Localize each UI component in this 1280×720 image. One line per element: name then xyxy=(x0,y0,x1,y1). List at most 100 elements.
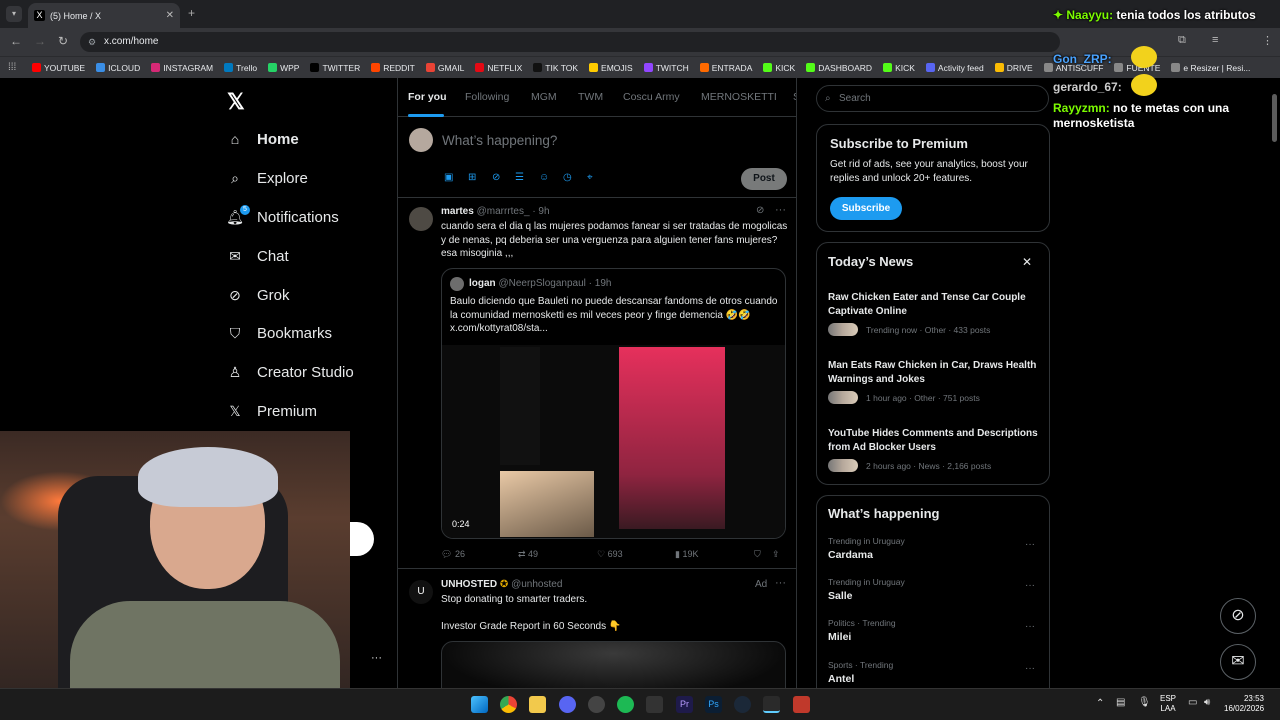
post-button[interactable]: Post xyxy=(741,168,787,190)
compose-input[interactable]: What’s happening? xyxy=(442,133,557,148)
premiere-icon[interactable]: Pr xyxy=(676,696,693,713)
ad-author-avatar[interactable]: U xyxy=(409,580,433,604)
start-icon[interactable] xyxy=(471,696,488,713)
tab-for-you[interactable]: For you xyxy=(408,91,447,103)
bookmark-14[interactable]: DASHBOARD xyxy=(806,63,872,73)
clock[interactable]: 23:53 16/02/2026 xyxy=(1224,694,1264,714)
quoted-tweet[interactable]: logan @NeerpSloganpaul · 19h Baulo dicie… xyxy=(441,268,786,539)
grok-explain-icon[interactable]: ⊘ xyxy=(756,205,764,216)
trend-more-icon[interactable]: ··· xyxy=(1025,621,1035,632)
bookmark-4[interactable]: WPP xyxy=(268,63,299,73)
apps-grid-icon[interactable]: ⁞⁞⁞ xyxy=(8,62,16,73)
tweet-time[interactable]: · 9h xyxy=(532,206,549,217)
nav-item-explore[interactable]: ⌕ Explore xyxy=(226,169,308,187)
trend-topic[interactable]: Salle xyxy=(828,590,853,602)
browser-tab[interactable]: X (5) Home / X ✕ xyxy=(28,3,180,28)
microphone-icon[interactable]: 🎙︎ xyxy=(1138,697,1151,708)
nav-item-grok[interactable]: ⊘ Grok xyxy=(226,286,289,304)
subscribe-button[interactable]: Subscribe xyxy=(830,197,902,220)
bookmark-15[interactable]: KICK xyxy=(883,63,915,73)
trend-more-icon[interactable]: ··· xyxy=(1025,580,1035,591)
ad-author-handle[interactable]: @unhosted xyxy=(511,579,562,590)
reload-icon[interactable]: ↻ xyxy=(58,34,68,48)
active-app-icon[interactable] xyxy=(763,696,780,713)
photoshop-icon[interactable]: Ps xyxy=(705,696,722,713)
grok-fab-icon[interactable]: ⊘ xyxy=(1220,598,1256,634)
close-news-icon[interactable]: ✕ xyxy=(1022,255,1032,269)
share-icon[interactable]: ⇪ xyxy=(772,549,780,560)
tweet-author-handle[interactable]: @marrrtes_ xyxy=(477,206,530,217)
nav-item-notifications[interactable]: 🔔︎ Notifications 5 xyxy=(226,205,339,226)
tweet-author-avatar[interactable] xyxy=(409,207,433,231)
bookmark-6[interactable]: REDDIT xyxy=(371,63,415,73)
bookmark-17[interactable]: DRIVE xyxy=(994,63,1033,73)
tab-more[interactable]: S xyxy=(793,91,796,103)
bookmark-0[interactable]: YOUTUBE xyxy=(32,63,85,73)
nav-item-premium[interactable]: 𝕏 Premium xyxy=(226,402,317,420)
more-options-icon[interactable]: ··· xyxy=(775,204,786,216)
ad-author-name[interactable]: UNHOSTED xyxy=(441,579,497,590)
page-scrollbar[interactable] xyxy=(1271,80,1278,686)
network-icon[interactable]: ▭ xyxy=(1188,697,1197,708)
voice-app-icon[interactable] xyxy=(793,696,810,713)
tab-coscu-army[interactable]: Coscu Army xyxy=(623,91,680,103)
bookmark-11[interactable]: TWITCH xyxy=(643,63,689,73)
bookmark-10[interactable]: EMOJIS xyxy=(589,63,633,73)
news-headline[interactable]: Raw Chicken Eater and Tense Car Couple C… xyxy=(828,291,1043,318)
bookmark-1[interactable]: ICLOUD xyxy=(96,63,140,73)
ad-more-icon[interactable]: ··· xyxy=(775,577,786,589)
like-button[interactable]: ♡ 693 xyxy=(597,549,623,560)
bookmark-13[interactable]: KICK xyxy=(763,63,795,73)
user-avatar[interactable] xyxy=(409,128,433,152)
trend-more-icon[interactable]: ··· xyxy=(1025,663,1035,674)
tab-twm[interactable]: TWM xyxy=(578,91,603,103)
bookmark-icon[interactable]: ⛉ xyxy=(754,549,761,560)
x-logo[interactable]: 𝕏 xyxy=(227,89,245,115)
bookmark-16[interactable]: Activity feed xyxy=(925,63,984,73)
bookmark-5[interactable]: TWITTER xyxy=(310,63,360,73)
nav-item-chat[interactable]: ✉ Chat xyxy=(226,247,289,265)
grok-icon[interactable]: ⊘ xyxy=(492,172,500,183)
chrome-icon[interactable] xyxy=(500,696,517,713)
tab-search-button[interactable]: ▾ xyxy=(6,6,22,22)
app-icon[interactable] xyxy=(646,696,663,713)
new-tab-button[interactable]: + xyxy=(188,6,195,20)
promoted-tweet[interactable]: U UNHOSTED ✪ @unhosted Ad ··· Stop donat… xyxy=(398,570,796,688)
forward-icon[interactable]: → xyxy=(34,34,46,48)
site-info-icon[interactable]: ⚙ xyxy=(88,32,96,52)
video-player[interactable]: 0:24 xyxy=(442,345,785,538)
tweet[interactable]: martes @marrrtes_ · 9h ⊘ ··· cuando sera… xyxy=(398,199,796,569)
ad-media[interactable] xyxy=(441,641,786,688)
repost-button[interactable]: ⇄ 49 xyxy=(518,549,538,560)
spotify-icon[interactable] xyxy=(617,696,634,713)
views-button[interactable]: ▮ 19K xyxy=(675,549,698,560)
tray-app-icon[interactable]: ▤ xyxy=(1116,697,1125,708)
account-more-icon[interactable]: ··· xyxy=(371,652,382,664)
image-icon[interactable]: ▣ xyxy=(444,172,453,183)
obs-icon[interactable] xyxy=(588,696,605,713)
back-icon[interactable]: ← xyxy=(10,34,22,48)
location-icon[interactable]: ⌖ xyxy=(587,172,593,183)
tab-mernosketti[interactable]: MERNOSKETTI xyxy=(701,91,777,103)
nav-item-bookmarks[interactable]: ⛉ Bookmarks xyxy=(226,324,332,342)
discord-icon[interactable] xyxy=(559,696,576,713)
close-tab-icon[interactable]: ✕ xyxy=(166,10,174,21)
trend-topic[interactable]: Milei xyxy=(828,631,851,643)
poll-icon[interactable]: ☰ xyxy=(515,172,524,183)
trend-topic[interactable]: Antel xyxy=(828,673,854,685)
messages-fab-icon[interactable]: ✉ xyxy=(1220,644,1256,680)
search-input[interactable]: ⌕ Search xyxy=(816,85,1049,112)
volume-icon[interactable]: 🔊︎ xyxy=(1204,697,1210,708)
bookmark-8[interactable]: NETFLIX xyxy=(475,63,522,73)
tab-following[interactable]: Following xyxy=(465,91,509,103)
tweet-author-name[interactable]: martes xyxy=(441,206,474,217)
trend-topic[interactable]: Cardama xyxy=(828,549,873,561)
bookmark-9[interactable]: TIK TOK xyxy=(533,63,578,73)
bookmark-12[interactable]: ENTRADA xyxy=(699,63,752,73)
reply-button[interactable]: 💬︎ 26 xyxy=(441,549,465,560)
emoji-icon[interactable]: ☺ xyxy=(539,172,549,183)
nav-item-home[interactable]: ⌂ Home xyxy=(226,130,299,148)
language-indicator[interactable]: ESP LAA xyxy=(1160,694,1176,714)
address-bar[interactable]: ⚙ x.com/home xyxy=(80,32,1060,52)
schedule-icon[interactable]: ◷ xyxy=(563,172,572,183)
